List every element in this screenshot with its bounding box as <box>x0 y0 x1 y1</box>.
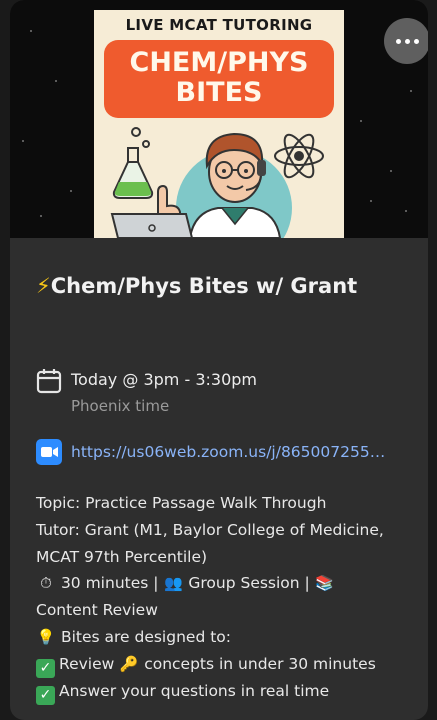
point1-b: concepts in under 30 minutes <box>144 654 376 673</box>
event-card: LIVE MCAT TUTORING CHEM/PHYS BITES ⚡Chem… <box>10 0 428 720</box>
more-dot <box>404 38 410 44</box>
group-text: Group Session | <box>188 574 310 593</box>
zoom-video-icon <box>36 439 62 465</box>
group-icon: 👥 <box>164 574 183 593</box>
flask-icon <box>112 127 154 199</box>
books-icon: 📚 <box>315 574 335 593</box>
duration-text: 30 minutes | <box>60 574 159 593</box>
bullet-point-2: ✓ Answer your questions in real time <box>36 678 416 705</box>
more-dot <box>395 38 401 44</box>
lightbulb-icon: 💡 <box>36 627 56 646</box>
event-timezone: Phoenix time <box>71 397 170 415</box>
zoom-link[interactable]: https://us06web.zoom.us/j/865007255… <box>71 440 401 464</box>
session-info-line: ⏱ 30 minutes | 👥 Group Session | 📚 <box>36 570 416 597</box>
content-review-line: Content Review <box>36 601 158 620</box>
more-options-button[interactable] <box>384 18 428 64</box>
poster-banner: CHEM/PHYS BITES <box>104 40 334 118</box>
event-time-row: Today @ 3pm - 3:30pm Phoenix time <box>36 369 257 417</box>
bullet-point-1: ✓ Review 🔑 concepts in under 30 minutes <box>36 651 416 678</box>
bites-intro-line: 💡 Bites are designed to: <box>36 624 416 651</box>
more-dot <box>413 38 419 44</box>
poster-banner-line1: CHEM/PHYS <box>129 47 309 78</box>
point1-a: Review <box>59 654 115 673</box>
event-time: Today @ 3pm - 3:30pm <box>71 370 257 389</box>
tutor-line: Tutor: Grant (M1, Baylor College of Medi… <box>36 520 384 539</box>
event-link-row: https://us06web.zoom.us/j/865007255… <box>36 439 401 465</box>
point2-text: Answer your questions in real time <box>59 681 330 700</box>
event-title: ⚡Chem/Phys Bites w/ Grant <box>36 268 406 304</box>
event-cover-image: LIVE MCAT TUTORING CHEM/PHYS BITES <box>10 0 428 238</box>
poster-banner-line2: BITES <box>175 77 263 108</box>
event-title-text: Chem/Phys Bites w/ Grant <box>50 274 358 298</box>
stopwatch-icon: ⏱ <box>40 574 52 593</box>
atom-icon <box>274 133 324 179</box>
tutor-line-cont: MCAT 97th Percentile) <box>36 547 208 566</box>
key-icon: 🔑 <box>119 654 139 673</box>
topic-line: Topic: Practice Passage Walk Through <box>36 494 327 512</box>
checkmark-icon: ✓ <box>36 658 55 678</box>
tutor-illustration <box>110 127 324 238</box>
poster-heading: LIVE MCAT TUTORING <box>125 16 313 34</box>
checkmark-icon: ✓ <box>36 685 55 705</box>
calendar-icon <box>36 369 62 394</box>
bites-intro-text: Bites are designed to: <box>60 627 231 646</box>
lightning-icon: ⚡ <box>36 274 51 298</box>
poster: LIVE MCAT TUTORING CHEM/PHYS BITES <box>94 10 344 238</box>
event-description: Topic: Practice Passage Walk Through Tut… <box>36 490 416 705</box>
